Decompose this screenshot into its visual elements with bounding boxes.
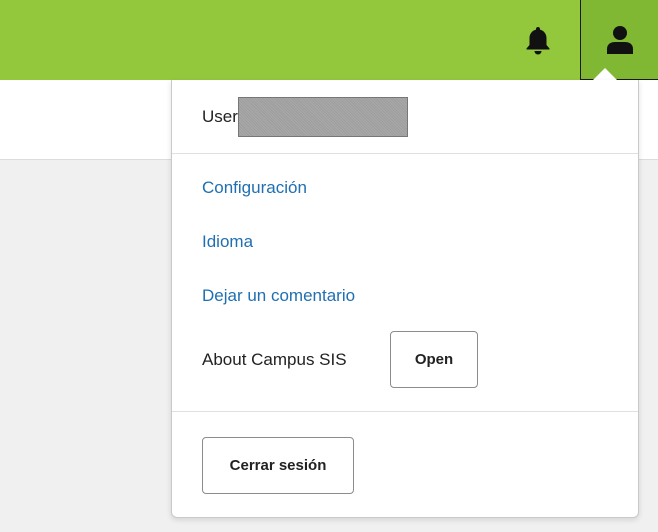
divider — [172, 153, 638, 154]
language-link[interactable]: Idioma — [202, 232, 253, 252]
feedback-link[interactable]: Dejar un comentario — [202, 286, 355, 306]
redacted-username — [237, 97, 408, 137]
about-label: About Campus SIS — [202, 350, 347, 369]
notifications-button[interactable] — [520, 20, 556, 60]
divider — [172, 411, 638, 412]
user-label: User — [202, 107, 238, 126]
settings-link[interactable]: Configuración — [202, 178, 307, 198]
user-info: User — [202, 97, 408, 137]
user-dropdown-menu: User Configuración Idioma Dejar un comen… — [171, 80, 639, 518]
bell-icon — [526, 27, 550, 55]
top-header-bar — [0, 0, 658, 80]
user-icon — [606, 25, 633, 54]
open-button[interactable]: Open — [390, 331, 478, 388]
logout-button[interactable]: Cerrar sesión — [202, 437, 354, 494]
